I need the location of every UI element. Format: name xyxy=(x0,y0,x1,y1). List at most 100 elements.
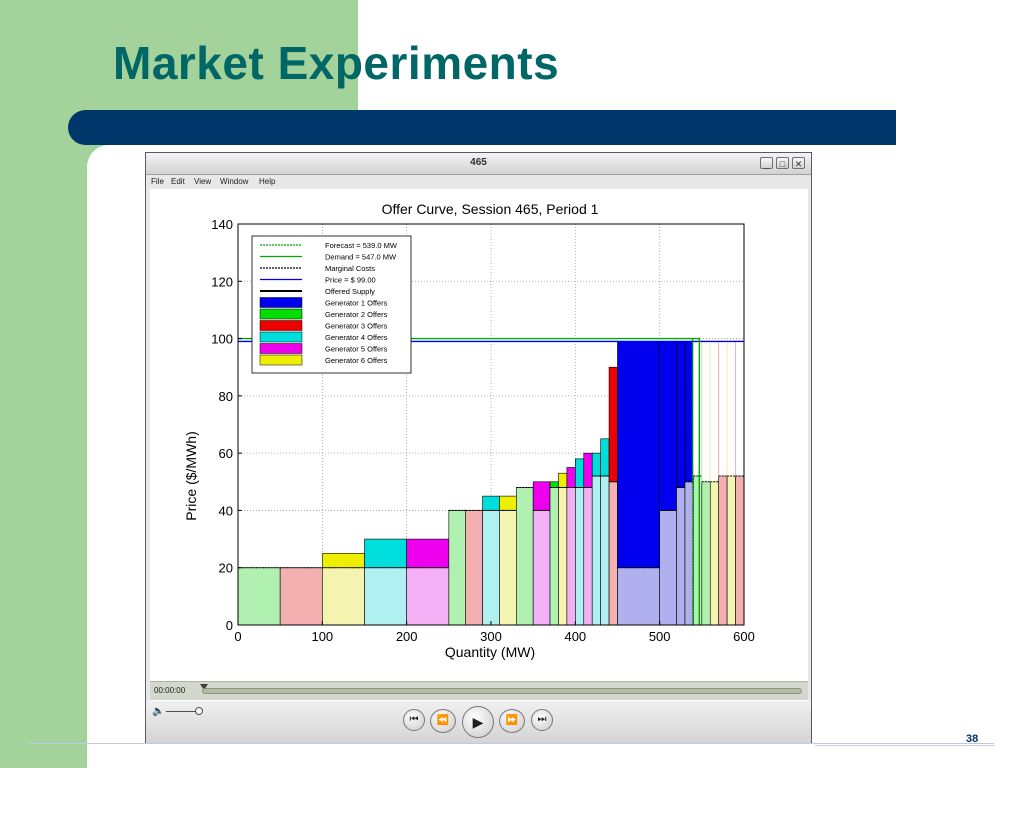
legend-label: Generator 5 Offers xyxy=(325,345,388,354)
menu-bar: File Edit View Window Help xyxy=(146,175,811,189)
marginal-cost-bar xyxy=(600,475,610,626)
menu-file[interactable]: File xyxy=(151,177,164,186)
offer-markup-bar xyxy=(735,340,745,477)
x-tick-label: 500 xyxy=(649,629,671,644)
offer-markup-bar xyxy=(709,340,720,483)
marginal-cost-bar xyxy=(659,510,677,626)
offer-markup-bar xyxy=(482,495,500,511)
legend-swatch xyxy=(259,320,303,331)
offer-markup-bar xyxy=(549,481,559,488)
y-tick-label: 60 xyxy=(219,446,233,461)
speaker-icon[interactable]: 🔈 xyxy=(152,706,164,717)
marginal-cost-bar xyxy=(617,567,660,626)
marginal-cost-bar xyxy=(515,487,534,626)
y-tick-label: 40 xyxy=(219,503,233,518)
legend-label: Forecast = 539.0 MW xyxy=(325,241,398,250)
legend-label: Offered Supply xyxy=(325,287,375,296)
minimize-button[interactable]: _ xyxy=(760,157,773,169)
x-tick-label: 100 xyxy=(311,629,333,644)
menu-window[interactable]: Window xyxy=(220,177,248,186)
y-tick-label: 120 xyxy=(211,274,233,289)
timeline-bar: 00:00:00 xyxy=(150,681,808,700)
slide-title: Market Experiments xyxy=(113,37,560,89)
x-axis-label: Quantity (MW) xyxy=(445,644,535,660)
offer-markup-bar xyxy=(558,472,568,488)
offer-markup-bar xyxy=(608,366,618,483)
fast-forward-button[interactable]: ⏩ xyxy=(499,709,525,733)
legend-label: Generator 6 Offers xyxy=(325,356,388,365)
offer-markup-bar xyxy=(532,481,551,511)
footer-divider xyxy=(28,743,994,744)
time-display: 00:00:00 xyxy=(154,686,186,695)
marginal-cost-bar xyxy=(701,481,711,626)
offer-markup-bar xyxy=(364,538,407,569)
legend-swatch xyxy=(259,343,303,354)
offer-curve-chart: Offer Curve, Session 465, Period 1 Quant… xyxy=(183,201,755,660)
marginal-cost-bar xyxy=(532,510,551,626)
volume-slider-track[interactable] xyxy=(166,711,196,712)
marginal-cost-bar xyxy=(735,475,745,626)
app-window: 465 _ □ ✕ File Edit View Window Help Off… xyxy=(145,152,812,829)
legend-swatch xyxy=(259,354,303,366)
marginal-cost-bar xyxy=(726,475,736,626)
legend-label: Generator 2 Offers xyxy=(325,310,388,319)
legend-swatch xyxy=(259,331,303,343)
offer-markup-bar xyxy=(591,452,601,477)
marginal-cost-bar xyxy=(718,475,728,626)
y-tick-label: 80 xyxy=(219,389,233,404)
marginal-cost-bar xyxy=(676,487,686,626)
close-button[interactable]: ✕ xyxy=(792,157,805,169)
maximize-button[interactable]: □ xyxy=(776,157,789,169)
legend-label: Price = $ 99.00 xyxy=(325,276,376,285)
marginal-cost-bar xyxy=(709,481,719,626)
page-number: 38 xyxy=(966,733,979,745)
marginal-cost-bar xyxy=(566,487,576,626)
marginal-cost-bar xyxy=(591,475,601,626)
player-controls: 🔈 ⏮ ⏪ ▶ ⏩ ⏭ xyxy=(146,701,811,743)
marginal-cost-bar xyxy=(549,487,559,626)
timeline-track[interactable] xyxy=(202,688,802,694)
title-underline-bar xyxy=(68,110,896,145)
x-tick-label: 300 xyxy=(480,629,502,644)
chart-title: Offer Curve, Session 465, Period 1 xyxy=(382,201,599,217)
marginal-cost-bar xyxy=(482,510,500,626)
offer-markup-bar xyxy=(718,340,728,477)
play-button[interactable]: ▶ xyxy=(462,706,494,738)
menu-help[interactable]: Help xyxy=(259,177,275,186)
skip-back-button[interactable]: ⏮ xyxy=(403,709,425,731)
marginal-cost-bar xyxy=(406,567,450,626)
menu-edit[interactable]: Edit xyxy=(171,177,185,186)
window-title: 465 xyxy=(470,157,487,168)
y-tick-label: 0 xyxy=(226,618,233,633)
marginal-cost-bar xyxy=(608,481,618,626)
rewind-button[interactable]: ⏪ xyxy=(430,709,456,733)
offer-markup-bar xyxy=(499,495,517,511)
volume-slider-knob[interactable] xyxy=(195,707,203,715)
offer-markup-bar xyxy=(406,538,450,569)
offer-markup-bar xyxy=(692,340,703,477)
offer-markup-bar xyxy=(575,458,585,488)
x-tick-label: 0 xyxy=(234,629,241,644)
offer-markup-bar xyxy=(583,452,593,488)
x-tick-label: 200 xyxy=(396,629,418,644)
marginal-cost-bar xyxy=(575,487,585,626)
y-tick-label: 100 xyxy=(211,332,233,347)
marginal-cost-bar xyxy=(237,567,281,626)
menu-view[interactable]: View xyxy=(194,177,211,186)
legend-swatch xyxy=(259,297,303,308)
legend-label: Generator 4 Offers xyxy=(325,333,388,342)
footer-divider-accent xyxy=(815,745,995,746)
marginal-cost-bar xyxy=(693,475,703,626)
marginal-cost-bar xyxy=(558,487,568,626)
skip-forward-button[interactable]: ⏭ xyxy=(531,709,553,731)
offer-markup-bar xyxy=(659,341,677,511)
y-tick-label: 20 xyxy=(219,561,233,576)
y-tick-label: 140 xyxy=(211,217,233,232)
legend-label: Generator 3 Offers xyxy=(325,322,388,331)
offer-markup-bar xyxy=(322,553,365,569)
offer-markup-bar xyxy=(600,438,610,477)
offer-markup-bar xyxy=(726,340,737,477)
window-titlebar[interactable]: 465 _ □ ✕ xyxy=(146,153,811,175)
marginal-cost-bar xyxy=(583,487,593,626)
marginal-cost-bar xyxy=(448,510,467,626)
